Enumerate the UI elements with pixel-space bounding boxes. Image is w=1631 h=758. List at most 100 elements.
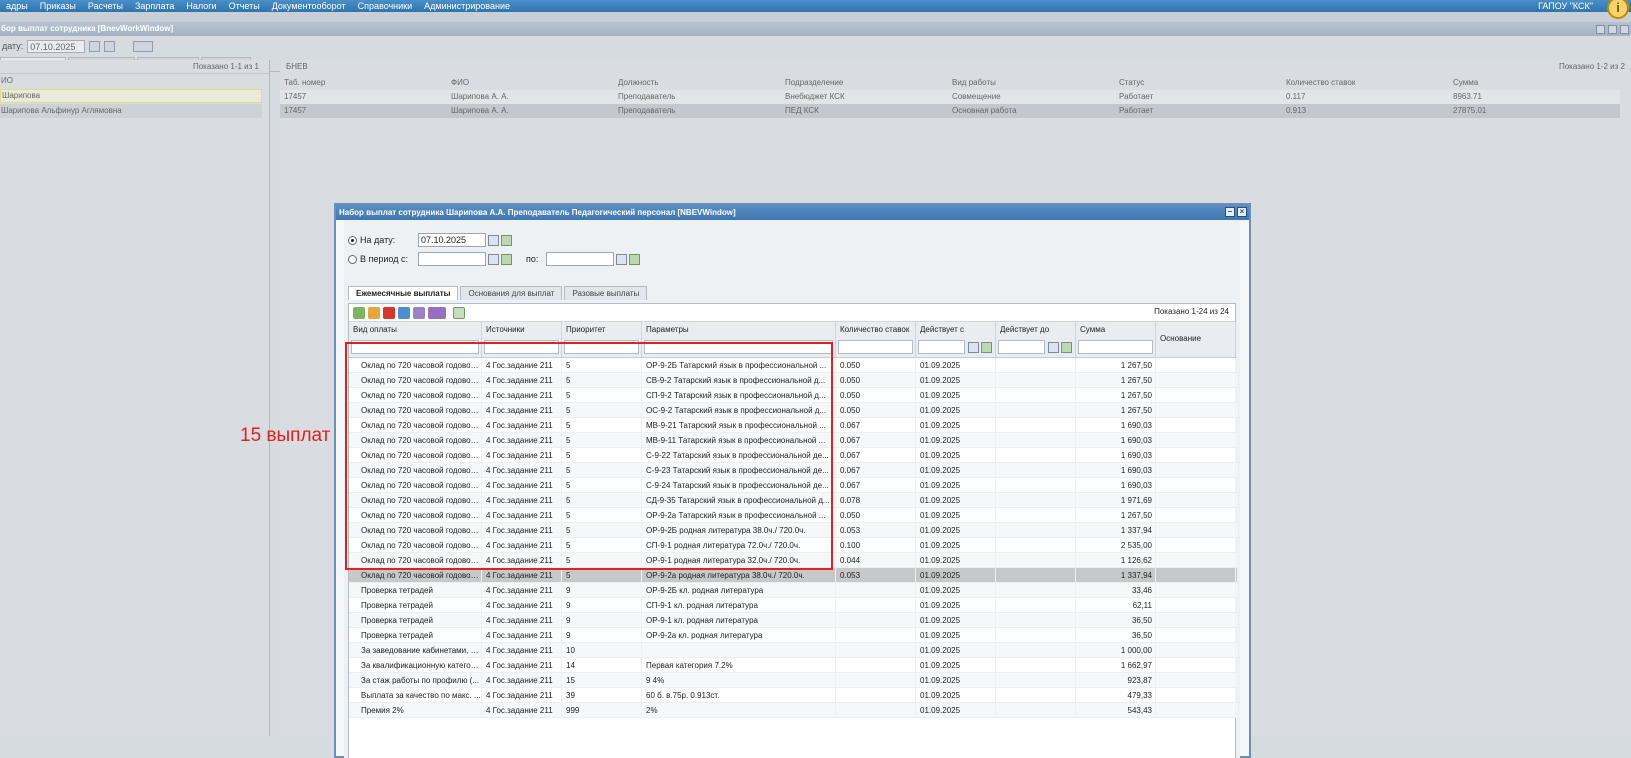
copy-icon[interactable] — [398, 306, 410, 319]
payment-row[interactable]: Проверка тетрадей 4 Гос.задание 211 9 ОР-9-… — [349, 583, 1237, 598]
payment-row[interactable]: Оклад по 720 часовой годовой... 4 Гос.зад… — [349, 568, 1237, 583]
refresh-icon[interactable] — [981, 342, 992, 353]
minimize-icon[interactable]: − — [1225, 207, 1235, 217]
calendar-icon[interactable] — [488, 234, 499, 246]
bnev-button[interactable]: БНЕВ — [286, 62, 308, 71]
refresh-icon[interactable] — [629, 253, 641, 265]
refresh-icon[interactable] — [1061, 342, 1072, 353]
bg-column-header[interactable]: Подразделение — [781, 76, 948, 90]
period-radio[interactable] — [348, 254, 357, 264]
menu-item[interactable]: Налоги — [180, 1, 222, 11]
bg-date-input[interactable]: 07.10.2025 — [27, 39, 86, 53]
grid-column-header[interactable]: Действует до — [996, 322, 1076, 357]
grid-column-header[interactable]: Источники — [482, 322, 562, 357]
grid-column-header[interactable]: Основание — [1156, 322, 1236, 357]
info-icon[interactable]: i — [1607, 0, 1629, 19]
refresh-icon[interactable] — [501, 253, 512, 265]
payments-tab[interactable]: Разовые выплаты — [564, 286, 648, 300]
close-icon[interactable]: × — [1237, 207, 1247, 217]
settings-dropdown-icon[interactable] — [428, 306, 446, 319]
fio-column-header[interactable]: ИО — [0, 74, 269, 88]
column-filter-input[interactable] — [351, 340, 479, 354]
payment-row[interactable]: Премия 2% 4 Гос.задание 211 999 2% 01.09.202… — [349, 703, 1237, 718]
menu-item[interactable]: Отчеты — [223, 1, 266, 11]
history-icon[interactable] — [413, 306, 425, 319]
column-filter-input[interactable] — [644, 340, 833, 354]
payment-row[interactable]: Оклад по 720 часовой годовой... 4 Гос.зад… — [349, 523, 1237, 538]
period-from-input[interactable] — [418, 252, 486, 266]
column-filter-input[interactable] — [564, 340, 639, 354]
column-filter-input[interactable] — [838, 340, 913, 354]
payment-row[interactable]: Оклад по 720 часовой годовой... 4 Гос.зад… — [349, 358, 1237, 373]
refresh-icon[interactable] — [453, 306, 465, 319]
table-row[interactable]: 17457 Шарипова А. А. Преподаватель ПЕД КСК О… — [280, 104, 1620, 118]
payment-row[interactable]: Оклад по 720 часовой годовой... 4 Гос.зад… — [349, 538, 1237, 553]
add-icon[interactable] — [353, 306, 365, 319]
calendar-icon[interactable] — [89, 40, 101, 52]
payment-row[interactable]: Проверка тетрадей 4 Гос.задание 211 9 ОР-9-… — [349, 628, 1237, 643]
calendar-icon[interactable] — [1048, 342, 1059, 353]
grid-column-header[interactable]: Приоритет — [562, 322, 642, 357]
payment-row[interactable]: Выплата за качество по макс. ... 4 Гос.за… — [349, 688, 1237, 703]
grid-column-header[interactable]: Вид оплаты — [349, 322, 482, 357]
payment-row[interactable]: Оклад по 720 часовой годовой... 4 Гос.зад… — [349, 373, 1237, 388]
maximize-icon[interactable] — [1608, 25, 1617, 34]
edit-icon[interactable] — [368, 306, 380, 319]
payment-row[interactable]: За заведование кабинетами, л... 4 Гос.зад… — [349, 643, 1237, 658]
payment-row[interactable]: Оклад по 720 часовой годовой... 4 Гос.зад… — [349, 433, 1237, 448]
payment-row[interactable]: За квалификационную категор... 4 Гос.зада… — [349, 658, 1237, 673]
refresh-icon[interactable] — [501, 234, 512, 246]
bg-column-header[interactable]: Таб. номер — [280, 76, 447, 90]
menu-item[interactable]: адры — [0, 1, 34, 11]
bg-column-header[interactable]: Статус — [1115, 76, 1282, 90]
payment-row[interactable]: Оклад по 720 часовой годовой... 4 Гос.зад… — [349, 553, 1237, 568]
menu-item[interactable]: Справочники — [352, 1, 419, 11]
refresh-icon[interactable] — [104, 40, 116, 52]
payment-row[interactable]: Оклад по 720 часовой годовой... 4 Гос.зад… — [349, 403, 1237, 418]
payment-row[interactable]: За стаж работы по профилю (... 4 Гос.зада… — [349, 673, 1237, 688]
payment-row[interactable]: Оклад по 720 часовой годовой... 4 Гос.зад… — [349, 493, 1237, 508]
column-filter-input[interactable] — [1078, 340, 1153, 354]
organization-name: ГАПОУ "КСК" — [1538, 1, 1593, 11]
payment-row[interactable]: Проверка тетрадей 4 Гос.задание 211 9 ОР-9-… — [349, 613, 1237, 628]
payment-row[interactable]: Оклад по 720 часовой годовой... 4 Гос.зад… — [349, 448, 1237, 463]
payments-tab[interactable]: Основания для выплат — [460, 286, 563, 300]
calendar-icon[interactable] — [488, 253, 499, 265]
menu-item[interactable]: Администрирование — [418, 1, 516, 11]
bg-column-header[interactable]: Вид работы — [948, 76, 1115, 90]
bg-column-header[interactable]: Должность — [614, 76, 781, 90]
grid-column-header[interactable]: Количество ставок — [836, 322, 916, 357]
period-to-input[interactable] — [546, 252, 615, 266]
on-date-input[interactable]: 07.10.2025 — [418, 233, 486, 247]
column-filter-input[interactable] — [998, 340, 1045, 354]
close-icon[interactable] — [1620, 25, 1629, 34]
payment-row[interactable]: Проверка тетрадей 4 Гос.задание 211 9 СП-9-… — [349, 598, 1237, 613]
table-row[interactable]: 17457 Шарипова А. А. Преподаватель Внебюдже… — [280, 90, 1620, 104]
calendar-icon[interactable] — [616, 253, 628, 265]
menu-item[interactable]: Документооборот — [266, 1, 352, 11]
fio-filter-input[interactable]: Шарипова — [0, 89, 262, 103]
employee-row[interactable]: Шарипова Альфинур Аглямовна — [0, 104, 262, 118]
bg-column-header[interactable]: ФИО — [447, 76, 614, 90]
payment-row[interactable]: Оклад по 720 часовой годовой... 4 Гос.зад… — [349, 478, 1237, 493]
payment-row[interactable]: Оклад по 720 часовой годовой... 4 Гос.зад… — [349, 463, 1237, 478]
grid-column-header[interactable]: Действует с — [916, 322, 996, 357]
menu-item[interactable]: Приказы — [34, 1, 82, 11]
payments-tab[interactable]: Ежемесячные выплаты — [348, 286, 459, 300]
payment-row[interactable]: Оклад по 720 часовой годовой... 4 Гос.зад… — [349, 388, 1237, 403]
calendar-icon[interactable] — [968, 342, 979, 353]
settings-dropdown-icon[interactable] — [133, 40, 154, 52]
grid-column-header[interactable]: Параметры — [642, 322, 836, 357]
grid-column-header[interactable]: Сумма — [1076, 322, 1156, 357]
menu-item[interactable]: Зарплата — [129, 1, 180, 11]
menu-item[interactable]: Расчеты — [82, 1, 129, 11]
column-filter-input[interactable] — [918, 340, 965, 354]
minimize-icon[interactable] — [1596, 25, 1605, 34]
bg-column-header[interactable]: Сумма — [1449, 76, 1616, 90]
column-filter-input[interactable] — [484, 340, 559, 354]
payment-row[interactable]: Оклад по 720 часовой годовой... 4 Гос.зад… — [349, 418, 1237, 433]
bg-column-header[interactable]: Количество ставок — [1282, 76, 1449, 90]
on-date-radio[interactable] — [348, 235, 357, 245]
delete-icon[interactable] — [383, 306, 395, 319]
payment-row[interactable]: Оклад по 720 часовой годовой... 4 Гос.зад… — [349, 508, 1237, 523]
